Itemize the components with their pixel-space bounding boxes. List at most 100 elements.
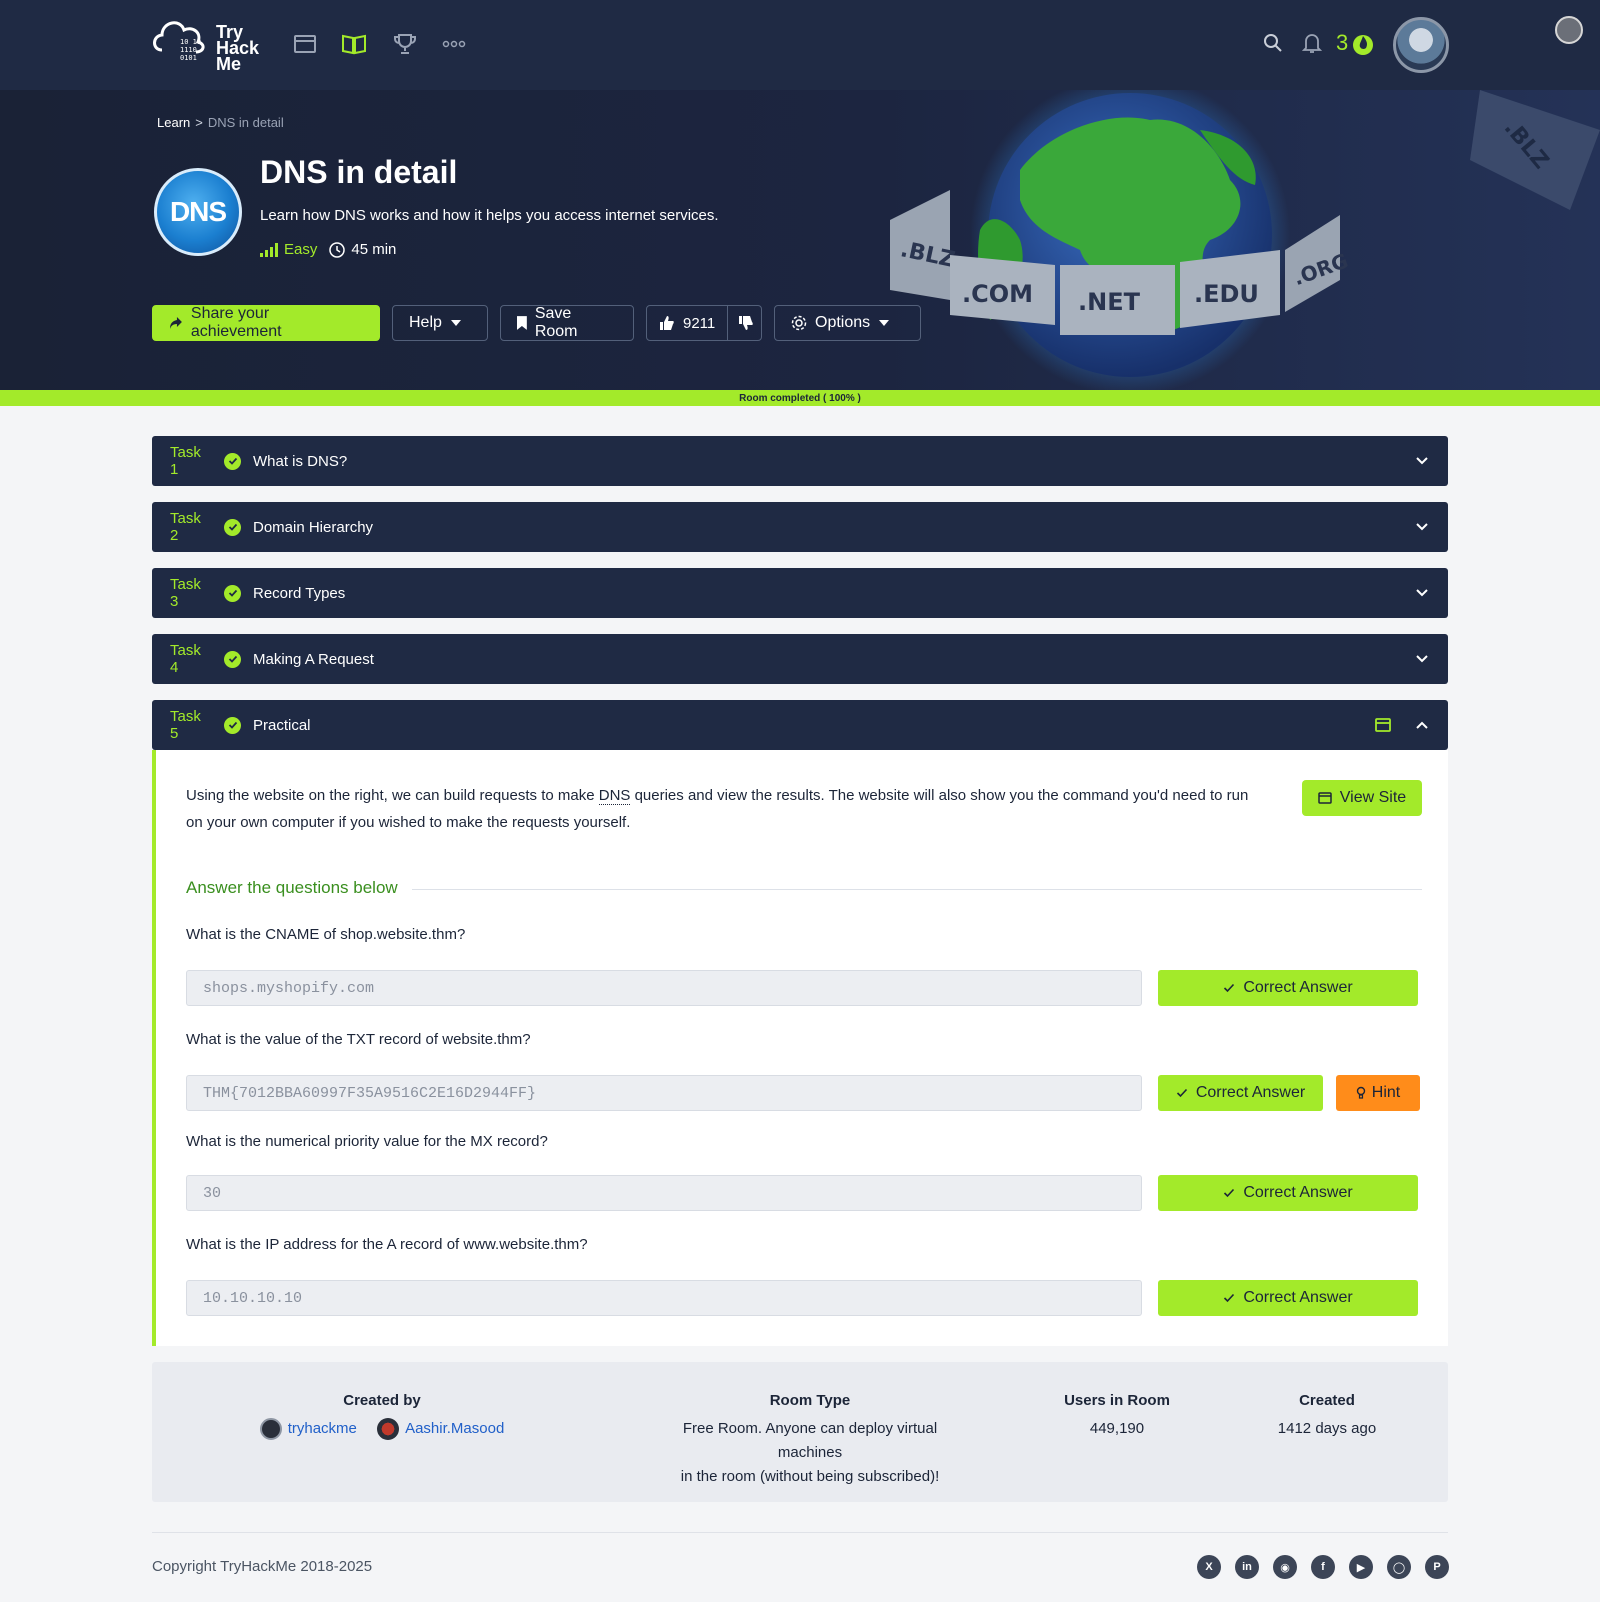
creator-link[interactable]: tryhackme xyxy=(259,1417,357,1441)
status-dot xyxy=(1555,16,1583,44)
chevron-up-icon[interactable] xyxy=(1414,717,1430,733)
instagram-icon[interactable]: ◯ xyxy=(1387,1555,1411,1579)
hint-button[interactable]: Hint xyxy=(1336,1075,1420,1111)
chevron-down-icon[interactable] xyxy=(1414,453,1430,469)
vote-group: 9211 xyxy=(646,305,762,341)
hint-label: Hint xyxy=(1371,1084,1401,1101)
checkmark-icon xyxy=(1224,1293,1235,1303)
created-label: Created xyxy=(1299,1392,1355,1409)
question-label: What is the value of the TXT record of w… xyxy=(186,1031,531,1048)
discord-icon[interactable]: ◉ xyxy=(1273,1555,1297,1579)
task-number: Task 4 xyxy=(170,642,201,676)
streak-counter[interactable]: 3 xyxy=(1336,30,1374,56)
pinterest-icon[interactable]: P xyxy=(1425,1555,1449,1579)
caret-down-icon xyxy=(879,320,890,326)
flame-icon xyxy=(1353,35,1374,55)
check-circle-icon xyxy=(224,584,241,602)
breadcrumb-current: DNS in detail xyxy=(207,115,284,130)
view-site-button[interactable]: View Site xyxy=(1302,780,1422,816)
task-number: Task 3 xyxy=(170,576,201,610)
question-label: What is the numerical priority value for… xyxy=(186,1133,548,1150)
answer-value: 30 xyxy=(203,1184,222,1202)
correct-answer-label: Correct Answer xyxy=(1243,1184,1353,1201)
answer-input[interactable]: shops.myshopify.com xyxy=(186,970,1142,1006)
chevron-down-icon[interactable] xyxy=(1414,585,1430,601)
checkmark-icon xyxy=(1176,1088,1187,1098)
user-avatar[interactable] xyxy=(1393,17,1449,73)
duration: 45 min xyxy=(329,241,396,258)
save-room-button[interactable]: Save Room xyxy=(500,305,634,341)
answer-questions-heading: Answer the questions below xyxy=(186,878,398,897)
creator-avatar xyxy=(377,1418,400,1440)
check-circle-icon xyxy=(224,716,241,734)
like-button[interactable]: 9211 xyxy=(647,306,729,340)
breadcrumb-learn[interactable]: Learn xyxy=(157,115,190,130)
gear-icon xyxy=(791,315,807,331)
correct-answer-label: Correct Answer xyxy=(1195,1084,1306,1101)
answer-input[interactable]: 10.10.10.10 xyxy=(186,1280,1142,1316)
room-icon-text: DNS xyxy=(169,196,227,227)
browser-window-icon[interactable] xyxy=(1374,716,1392,734)
more-dots-icon[interactable] xyxy=(440,30,468,58)
clock-icon xyxy=(329,241,346,258)
task-header-1[interactable]: Task 1 What is DNS? xyxy=(152,436,1448,486)
top-navbar: 10 10 1110 0101 Try Hack Me 3 xyxy=(0,0,1600,90)
task-title: Making A Request xyxy=(253,650,374,668)
learn-book-icon[interactable] xyxy=(340,30,368,58)
youtube-icon[interactable]: ▶ xyxy=(1349,1555,1373,1579)
facebook-icon[interactable]: f xyxy=(1311,1555,1335,1579)
trophy-icon[interactable] xyxy=(391,30,419,58)
breadcrumb: Learn > DNS in detail xyxy=(157,115,284,130)
checkmark-icon xyxy=(1224,983,1235,993)
share-icon xyxy=(169,317,182,329)
view-site-label: View Site xyxy=(1339,789,1407,806)
social-links: X in ◉ f ▶ ◯ P xyxy=(1197,1555,1449,1579)
bell-icon[interactable] xyxy=(1299,30,1325,56)
room-type-label: Room Type xyxy=(769,1392,851,1409)
task-description: Using the website on the right, we can b… xyxy=(186,787,1249,831)
svg-text:0101: 0101 xyxy=(180,54,197,60)
linkedin-icon[interactable]: in xyxy=(1235,1555,1259,1579)
difficulty-label: Easy xyxy=(284,241,318,258)
bookmark-icon xyxy=(517,316,527,330)
users-label: Users in Room xyxy=(1064,1392,1170,1409)
task-header-3[interactable]: Task 3 Record Types xyxy=(152,568,1448,618)
cloud-logo-icon: 10 10 1110 0101 xyxy=(153,21,205,60)
search-icon[interactable] xyxy=(1260,30,1286,56)
created-date: Created 1412 days ago xyxy=(1262,1392,1392,1441)
svg-text:1110: 1110 xyxy=(180,46,197,54)
x-icon[interactable]: X xyxy=(1197,1555,1221,1579)
options-label: Options xyxy=(815,314,871,331)
creator-avatar xyxy=(259,1418,282,1440)
dislike-button[interactable] xyxy=(728,306,764,340)
answer-input[interactable]: THM{7012BBA60997F35A9516C2E16D2944FF} xyxy=(186,1075,1142,1111)
task-number: Task 2 xyxy=(170,510,201,544)
task-header-4[interactable]: Task 4 Making A Request xyxy=(152,634,1448,684)
room-info-panel: Created by tryhackme Aashir.Masood Room … xyxy=(152,1362,1448,1502)
dns-globe-illustration: .BLZ .COM .NET .EDU .ORG .BLZ xyxy=(890,90,1600,390)
like-count: 9211 xyxy=(683,314,716,332)
correct-answer-button[interactable]: Correct Answer xyxy=(1158,1075,1323,1111)
chevron-down-icon[interactable] xyxy=(1414,651,1430,667)
help-button[interactable]: Help xyxy=(392,305,488,341)
chevron-down-icon[interactable] xyxy=(1414,519,1430,535)
dashboard-icon[interactable] xyxy=(291,30,319,58)
correct-answer-button[interactable]: Correct Answer xyxy=(1158,970,1418,1006)
task-header-5[interactable]: Task 5 Practical xyxy=(152,700,1448,750)
help-label: Help xyxy=(409,314,442,331)
correct-answer-button[interactable]: Correct Answer xyxy=(1158,1175,1418,1211)
correct-answer-button[interactable]: Correct Answer xyxy=(1158,1280,1418,1316)
check-circle-icon xyxy=(224,452,241,470)
question-label: What is the CNAME of shop.website.thm? xyxy=(186,926,466,943)
answer-input[interactable]: 30 xyxy=(186,1175,1142,1211)
question-label: What is the IP address for the A record … xyxy=(186,1236,588,1253)
share-achievement-button[interactable]: Share your achievement xyxy=(152,305,380,341)
created-by: Created by tryhackme Aashir.Masood xyxy=(242,1392,522,1448)
tryhackme-logo[interactable]: 10 10 1110 0101 Try Hack Me xyxy=(150,10,270,80)
svg-text:.NET: .NET xyxy=(1078,288,1141,316)
created-value: 1412 days ago xyxy=(1277,1420,1377,1437)
save-label: Save Room xyxy=(534,305,578,340)
room-progress-bar: Room completed ( 100% ) xyxy=(0,390,1600,406)
creator-link[interactable]: Aashir.Masood xyxy=(377,1417,504,1441)
task-header-2[interactable]: Task 2 Domain Hierarchy xyxy=(152,502,1448,552)
